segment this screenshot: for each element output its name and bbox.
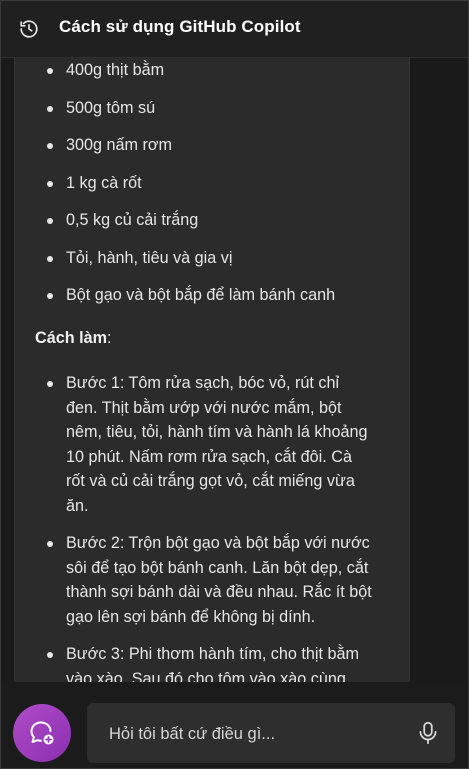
list-item: Bước 3: Phi thơm hành tím, cho thịt bằm … (35, 642, 375, 682)
list-item: Tỏi, hành, tiêu và gia vị (35, 246, 335, 284)
list-item: 400g thịt bằm (35, 58, 335, 96)
chat-scroll-area[interactable]: 400g thịt bằm 500g tôm sú 300g nấm rơm 1… (1, 58, 468, 682)
method-heading-colon: : (106, 329, 112, 347)
list-item: 500g tôm sú (35, 96, 335, 134)
microphone-icon[interactable] (415, 720, 441, 746)
method-heading-text: Cách làm (35, 329, 107, 347)
message-input[interactable] (107, 717, 411, 751)
method-heading: Cách làm: (35, 326, 111, 351)
history-icon[interactable] (18, 18, 40, 40)
new-chat-button[interactable] (13, 704, 71, 762)
composer-area (1, 682, 468, 768)
chat-title: Cách sử dụng GitHub Copilot (59, 17, 301, 36)
list-item: 300g nấm rơm (35, 133, 335, 171)
chat-header: Cách sử dụng GitHub Copilot (1, 1, 468, 58)
list-item: Bột gạo và bột bắp để làm bánh canh (35, 283, 335, 321)
new-chat-icon (30, 721, 54, 745)
list-item: 1 kg cà rốt (35, 171, 335, 209)
list-item: Bước 2: Trộn bột gạo và bột bắp với nước… (35, 531, 375, 629)
assistant-message-bubble: 400g thịt bằm 500g tôm sú 300g nấm rơm 1… (14, 58, 410, 682)
list-item: 0,5 kg củ cải trắng (35, 208, 335, 246)
copilot-chat-window: Cách sử dụng GitHub Copilot 400g thịt bằ… (0, 0, 469, 769)
list-item: Bước 1: Tôm rửa sạch, bóc vỏ, rút chỉ đe… (35, 371, 375, 518)
message-input-box[interactable] (87, 703, 455, 763)
ingredient-list: 400g thịt bằm 500g tôm sú 300g nấm rơm 1… (35, 58, 335, 321)
step-list: Bước 1: Tôm rửa sạch, bóc vỏ, rút chỉ đe… (35, 371, 375, 682)
